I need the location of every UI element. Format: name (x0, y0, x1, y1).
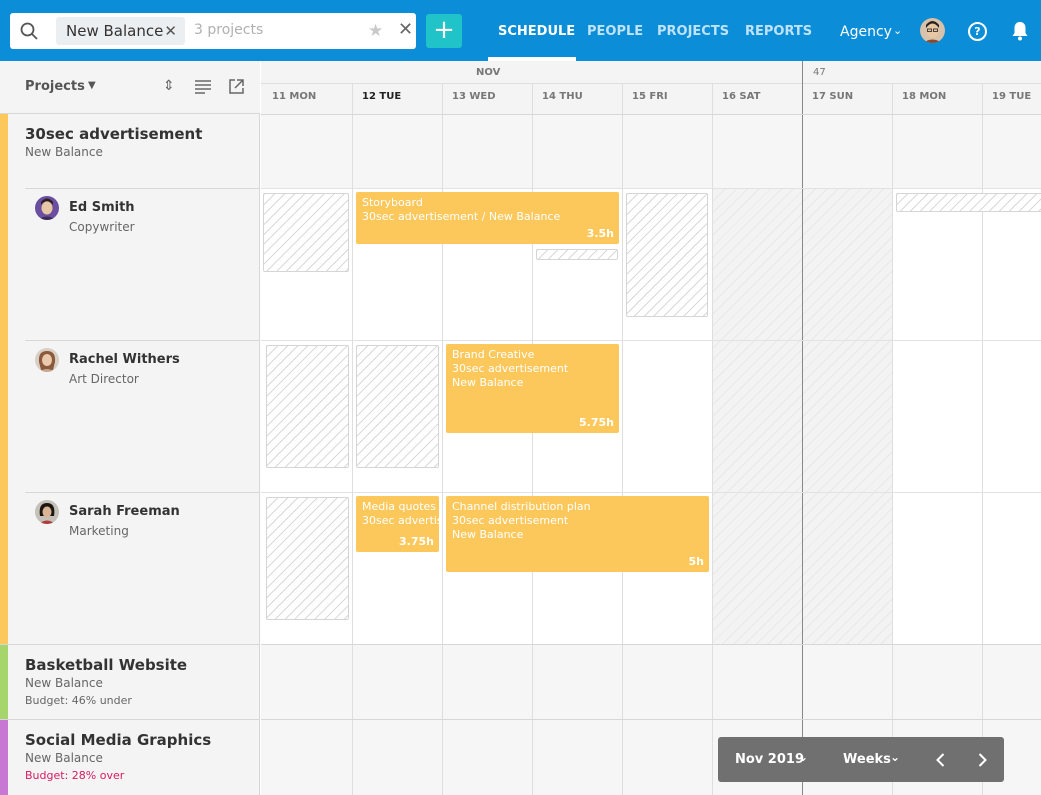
sort-icon[interactable]: ⇕ (163, 78, 175, 94)
chevron-down-icon[interactable]: ▼ (88, 80, 96, 91)
task-name: Media quotes (362, 500, 437, 513)
project-client: New Balance (25, 145, 103, 159)
day-header: 16 SAT (722, 91, 761, 102)
chevron-down-icon[interactable]: ⌄ (893, 24, 902, 37)
task-hours: 5.75h (579, 416, 614, 429)
task-name: Brand Creative (452, 348, 535, 361)
weekend-shading (713, 189, 893, 644)
task-project: 30sec advertisement (362, 514, 439, 527)
bell-icon[interactable] (1011, 21, 1029, 41)
project-title[interactable]: Basketball Website (25, 656, 187, 674)
project-color-bar (0, 114, 8, 644)
avatar (35, 500, 59, 524)
task-project: 30sec advertisement (452, 514, 569, 527)
week-divider (802, 61, 803, 795)
view-select[interactable]: Weeks (843, 752, 891, 767)
user-avatar[interactable] (920, 18, 945, 43)
tab-reports[interactable]: REPORTS (745, 24, 812, 39)
chevron-right-icon[interactable] (978, 753, 987, 767)
project-client: New Balance (25, 751, 103, 765)
day-header-today: 12 TUE (362, 91, 402, 102)
chevron-down-icon[interactable]: ⌄ (798, 750, 808, 764)
tab-schedule[interactable]: SCHEDULE (498, 24, 575, 39)
project-title[interactable]: Social Media Graphics (25, 731, 211, 749)
search-box[interactable]: New Balance ✕ 3 projects ★ ✕ (10, 13, 416, 49)
project-title[interactable]: 30sec advertisement (25, 125, 202, 143)
person-name[interactable]: Ed Smith (69, 200, 135, 215)
account-switcher[interactable]: Agency (840, 24, 892, 40)
person-role: Copywriter (69, 220, 135, 234)
task-hours: 3.5h (586, 227, 614, 240)
day-header: 15 FRI (632, 91, 668, 102)
time-off-block[interactable] (536, 249, 618, 260)
close-icon[interactable]: ✕ (164, 22, 177, 40)
project-color-bar (0, 645, 8, 719)
tab-projects[interactable]: PROJECTS (657, 24, 729, 39)
add-button[interactable]: + (426, 14, 462, 48)
person-role: Art Director (69, 372, 139, 386)
person-role: Marketing (69, 524, 129, 538)
time-off-block[interactable] (896, 193, 1041, 212)
export-icon[interactable] (229, 79, 244, 94)
project-color-bar (0, 720, 8, 795)
task-block[interactable]: Channel distribution plan 30sec advertis… (446, 496, 709, 572)
project-budget: Budget: 46% under (25, 694, 132, 707)
week-number: 47 (813, 67, 826, 78)
task-block[interactable]: Storyboard 30sec advertisement / New Bal… (356, 192, 619, 244)
projects-dropdown[interactable]: Projects (25, 79, 85, 94)
task-hours: 5h (688, 555, 705, 568)
project-sidebar: Projects ▼ ⇕ 30sec advertisement New Bal… (0, 61, 260, 795)
person-name[interactable]: Sarah Freeman (69, 504, 180, 519)
time-off-block[interactable] (356, 345, 439, 468)
chevron-left-icon[interactable] (936, 753, 945, 767)
avatar (35, 348, 59, 372)
day-header: 18 MON (902, 91, 947, 102)
chevron-down-icon[interactable]: ⌄ (890, 750, 900, 764)
time-off-block[interactable] (266, 345, 349, 468)
day-header: 19 TUE (992, 91, 1032, 102)
day-header: 17 SUN (812, 91, 854, 102)
time-off-block[interactable] (266, 497, 349, 620)
schedule-grid[interactable]: NOV 47 11 MON 12 TUE 13 WED 14 THU 15 FR… (261, 61, 1041, 795)
clear-search-icon[interactable]: ✕ (398, 19, 413, 40)
star-icon[interactable]: ★ (368, 21, 383, 41)
project-client: New Balance (25, 676, 103, 690)
task-client: New Balance (452, 528, 524, 541)
top-bar: New Balance ✕ 3 projects ★ ✕ + SCHEDULE … (0, 0, 1041, 61)
help-icon[interactable]: ? (968, 22, 987, 41)
month-select[interactable]: Nov 2019 (735, 752, 804, 767)
filter-chip-label: New Balance (66, 22, 164, 40)
day-header: 11 MON (272, 91, 317, 102)
task-name: Storyboard (362, 196, 423, 209)
search-input[interactable]: 3 projects (194, 22, 263, 38)
task-hours: 3.75h (399, 535, 434, 548)
sidebar-header: Projects ▼ ⇕ (0, 61, 260, 114)
day-header: 13 WED (452, 91, 496, 102)
task-block[interactable]: Media quotes 30sec advertisement 3.75h (356, 496, 439, 552)
list-view-icon[interactable] (195, 80, 211, 94)
time-off-block[interactable] (626, 193, 708, 317)
tab-people[interactable]: PEOPLE (587, 24, 643, 39)
person-name[interactable]: Rachel Withers (69, 352, 180, 367)
month-label: NOV (476, 67, 501, 78)
avatar (35, 196, 59, 220)
task-client: New Balance (452, 376, 524, 389)
project-budget: Budget: 28% over (25, 769, 125, 782)
day-header: 14 THU (542, 91, 583, 102)
task-project: 30sec advertisement (452, 362, 569, 375)
time-off-block[interactable] (263, 193, 349, 272)
task-name: Channel distribution plan (452, 500, 591, 513)
filter-chip[interactable]: New Balance ✕ (56, 17, 185, 45)
task-block[interactable]: Brand Creative 30sec advertisement New B… (446, 344, 619, 433)
date-controls: Nov 2019 ⌄ Weeks ⌄ (718, 737, 1004, 782)
search-icon (20, 22, 38, 40)
task-project: 30sec advertisement / New Balance (362, 210, 561, 223)
